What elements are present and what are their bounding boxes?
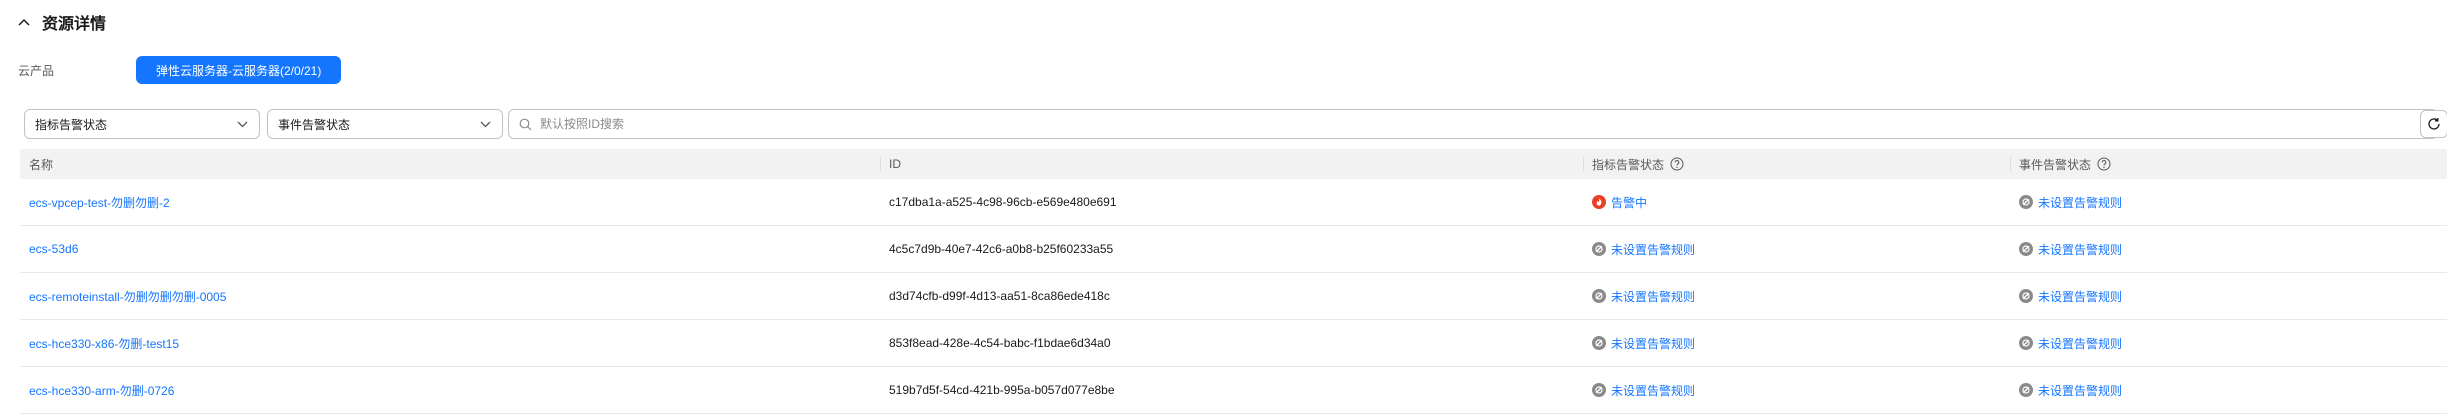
unset-icon — [2019, 383, 2033, 397]
resource-id: c17dba1a-a525-4c98-96cb-e569e480e691 — [889, 195, 1117, 209]
table-row: ecs-vpcep-test-勿删勿删-2 c17dba1a-a525-4c98… — [20, 179, 2447, 226]
section-title: 资源详情 — [42, 16, 107, 33]
product-label: 云产品 — [18, 63, 55, 78]
chevron-down-icon — [235, 117, 249, 131]
section-header[interactable]: 资源详情 — [16, 10, 106, 34]
resource-id: 853f8ead-428e-4c54-babc-f1bdae6d34a0 — [889, 336, 1111, 350]
help-icon[interactable] — [2097, 157, 2111, 171]
table-row: ecs-53d6 4c5c7d9b-40e7-42c6-a0b8-b25f602… — [20, 226, 2447, 273]
unset-icon — [2019, 336, 2033, 350]
event-status-link[interactable]: 未设置告警规则 — [2038, 335, 2122, 352]
search-box[interactable] — [508, 109, 2438, 139]
resource-name-link[interactable]: ecs-hce330-arm-勿删-0726 — [29, 382, 174, 399]
unset-icon — [2019, 242, 2033, 256]
product-filter-button[interactable]: 弹性云服务器-云服务器(2/0/21) — [136, 56, 342, 84]
column-header-event-status[interactable]: 事件告警状态 — [2010, 149, 2447, 179]
search-input[interactable] — [540, 117, 2427, 131]
unset-icon — [1592, 289, 1606, 303]
refresh-icon — [2427, 117, 2441, 131]
chevron-down-icon — [478, 117, 492, 131]
unset-icon — [2019, 289, 2033, 303]
help-icon[interactable] — [1670, 157, 1684, 171]
filter-row: 指标告警状态 事件告警状态 — [24, 109, 2447, 139]
unset-icon — [1592, 336, 1606, 350]
metric-alarm-status-select[interactable]: 指标告警状态 — [24, 109, 260, 139]
unset-icon — [1592, 242, 1606, 256]
resource-name-link[interactable]: ecs-vpcep-test-勿删勿删-2 — [29, 194, 170, 211]
metric-status-link[interactable]: 未设置告警规则 — [1611, 288, 1695, 305]
column-header-name[interactable]: 名称 — [20, 149, 880, 179]
resource-id: 519b7d5f-54cd-421b-995a-b057d077e8be — [889, 383, 1115, 397]
event-status-link[interactable]: 未设置告警规则 — [2038, 288, 2122, 305]
column-header-id[interactable]: ID — [880, 149, 1583, 179]
resource-table: 名称 ID 指标告警状态 事件告警状态 ecs-vpcep-test-勿删勿删-… — [20, 149, 2447, 414]
column-header-event-status-label: 事件告警状态 — [2019, 157, 2092, 172]
metric-status-link[interactable]: 未设置告警规则 — [1611, 382, 1695, 399]
fire-icon — [1592, 195, 1606, 209]
resource-id: 4c5c7d9b-40e7-42c6-a0b8-b25f60233a55 — [889, 242, 1114, 256]
table-header: 名称 ID 指标告警状态 事件告警状态 — [20, 149, 2447, 179]
event-status-link[interactable]: 未设置告警规则 — [2038, 382, 2122, 399]
column-header-metric-status[interactable]: 指标告警状态 — [1583, 149, 2010, 179]
metric-alarm-status-value: 指标告警状态 — [35, 117, 108, 132]
table-row: ecs-remoteinstall-勿删勿删勿删-0005 d3d74cfb-d… — [20, 273, 2447, 320]
metric-status-link[interactable]: 未设置告警规则 — [1611, 335, 1695, 352]
event-alarm-status-value: 事件告警状态 — [278, 117, 351, 132]
chevron-up-icon[interactable] — [16, 14, 32, 30]
event-status-link[interactable]: 未设置告警规则 — [2038, 194, 2122, 211]
table-row: ecs-hce330-x86-勿删-test15 853f8ead-428e-4… — [20, 320, 2447, 367]
unset-icon — [1592, 383, 1606, 397]
resource-name-link[interactable]: ecs-remoteinstall-勿删勿删勿删-0005 — [29, 288, 226, 305]
event-status-link[interactable]: 未设置告警规则 — [2038, 241, 2122, 258]
column-header-metric-status-label: 指标告警状态 — [1592, 157, 1665, 172]
metric-status-link[interactable]: 未设置告警规则 — [1611, 241, 1695, 258]
metric-status-link[interactable]: 告警中 — [1611, 194, 1647, 211]
resource-name-link[interactable]: ecs-hce330-x86-勿删-test15 — [29, 335, 179, 352]
refresh-button[interactable] — [2420, 110, 2447, 138]
table-row: ecs-hce330-arm-勿删-0726 519b7d5f-54cd-421… — [20, 367, 2447, 414]
search-icon — [519, 118, 532, 131]
unset-icon — [2019, 195, 2033, 209]
resource-name-link[interactable]: ecs-53d6 — [29, 242, 78, 256]
resource-id: d3d74cfb-d99f-4d13-aa51-8ca86ede418c — [889, 289, 1110, 303]
product-row: 云产品 弹性云服务器-云服务器(2/0/21) — [18, 55, 342, 85]
event-alarm-status-select[interactable]: 事件告警状态 — [267, 109, 503, 139]
